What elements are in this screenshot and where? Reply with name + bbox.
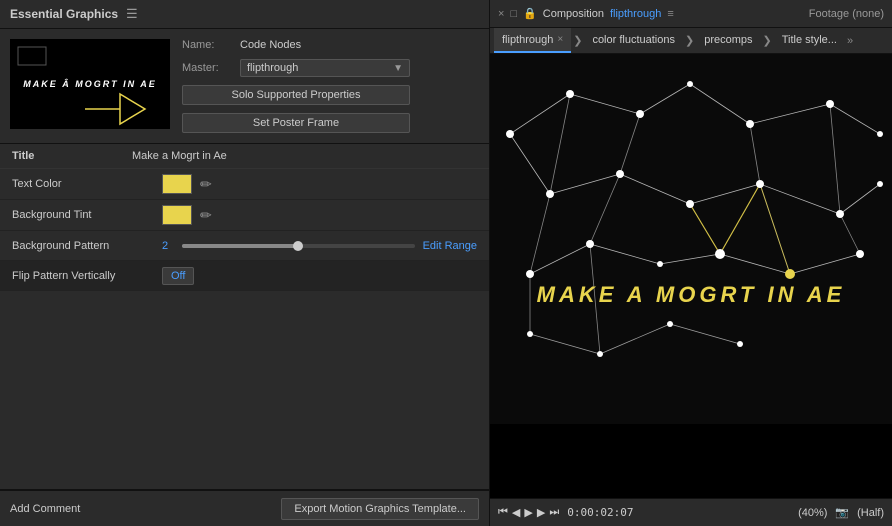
background-pattern-slider[interactable]	[182, 244, 415, 248]
close-icon[interactable]: ×	[498, 8, 504, 20]
flip-pattern-label: Flip Pattern Vertically	[12, 270, 162, 282]
panel-menu-icon[interactable]: ☰	[126, 6, 138, 22]
dropdown-arrow-icon: ▼	[393, 63, 403, 74]
background-pattern-control: 2 Edit Range	[162, 240, 477, 252]
panel-header: Essential Graphics ☰	[0, 0, 489, 29]
solo-supported-btn[interactable]: Solo Supported Properties	[182, 85, 410, 105]
tab-arrow-icon[interactable]: ❯	[573, 34, 582, 47]
step-forward-icon[interactable]: ⏭	[549, 506, 559, 519]
properties-area: Title Make a Mogrt in Ae Text Color ✏ Ba…	[0, 144, 489, 490]
flip-pattern-toggle[interactable]: Off	[162, 267, 194, 285]
tab-arrow-icon-2[interactable]: ❯	[685, 34, 694, 47]
add-comment-button[interactable]: Add Comment	[10, 503, 80, 515]
background-pattern-label: Background Pattern	[12, 240, 162, 252]
tab-precomps-label: precomps	[704, 34, 752, 46]
right-panel-menu-icon[interactable]: ≡	[667, 8, 673, 20]
tab-color-fluctuations-label: color fluctuations	[592, 34, 675, 46]
essential-graphics-panel: Essential Graphics ☰ MAKE Â MOGRT IN AE …	[0, 0, 490, 526]
background-tint-swatch[interactable]	[162, 205, 192, 225]
name-row: Name: Code Nodes	[182, 39, 479, 51]
footage-label: Footage (none)	[809, 8, 884, 20]
thumbnail: MAKE Â MOGRT IN AE	[10, 39, 170, 129]
composition-label: Composition	[543, 8, 604, 20]
solo-btn-row: Solo Supported Properties	[182, 85, 479, 105]
tab-flipthrough-close-icon[interactable]: ×	[557, 34, 563, 45]
snapshot-icon[interactable]: 📷	[835, 506, 849, 519]
thumbnail-main-text: MAKE Â MOGRT IN AE	[23, 79, 157, 89]
bottom-bar: Add Comment Export Motion Graphics Templ…	[0, 490, 489, 526]
tab-title-style[interactable]: Title style...	[774, 28, 845, 53]
thumbnail-info: Name: Code Nodes Master: flipthrough ▼ S…	[182, 39, 479, 133]
name-label: Name:	[182, 39, 232, 51]
text-color-row: Text Color ✏	[0, 169, 489, 200]
tab-flipthrough[interactable]: flipthrough ×	[494, 28, 571, 53]
svg-text:MAKE A MOGRT IN AE: MAKE A MOGRT IN AE	[537, 282, 846, 307]
name-value: Code Nodes	[240, 39, 301, 51]
master-dropdown[interactable]: flipthrough ▼	[240, 59, 410, 77]
flip-pattern-row: Flip Pattern Vertically Off	[0, 261, 489, 291]
background-tint-control: ✏	[162, 205, 477, 225]
master-label: Master:	[182, 62, 232, 74]
frame-back-icon[interactable]: ◀	[512, 506, 520, 519]
export-button[interactable]: Export Motion Graphics Template...	[281, 498, 479, 520]
slider-numeric-value: 2	[162, 240, 174, 252]
minimize-icon[interactable]: □	[510, 8, 517, 20]
zoom-label: (40%)	[798, 507, 827, 519]
thumbnail-text: MAKE Â MOGRT IN AE	[23, 79, 157, 89]
right-panel: × □ 🔒 Composition flipthrough ≡ Footage …	[490, 0, 892, 526]
timecode: 0:00:02:07	[567, 506, 633, 519]
background-tint-eyedropper-icon[interactable]: ✏	[200, 207, 212, 224]
step-back-icon[interactable]: ⏮	[498, 506, 508, 519]
play-icon[interactable]: ▶	[524, 506, 532, 519]
playback-bar: ⏮ ◀ ▶ ▶ ⏭ 0:00:02:07 (40%) 📷 (Half)	[490, 498, 892, 526]
playback-icons: ⏮ ◀ ▶ ▶ ⏭	[498, 506, 559, 519]
background-pattern-row: Background Pattern 2 Edit Range	[0, 231, 489, 261]
network-visualization: MAKE A MOGRT IN AE	[490, 54, 892, 424]
text-color-control: ✏	[162, 174, 477, 194]
section-title: Title	[12, 150, 132, 162]
edit-range-button[interactable]: Edit Range	[423, 240, 477, 252]
composition-preview: MAKE A MOGRT IN AE	[490, 54, 892, 498]
composition-name: flipthrough	[610, 8, 661, 20]
background-tint-label: Background Tint	[12, 209, 162, 221]
text-color-swatch[interactable]	[162, 174, 192, 194]
set-poster-btn[interactable]: Set Poster Frame	[182, 113, 410, 133]
tabs-bar: flipthrough × ❯ color fluctuations ❯ pre…	[490, 28, 892, 54]
tab-title-style-label: Title style...	[782, 34, 837, 46]
text-color-eyedropper-icon[interactable]: ✏	[200, 176, 212, 193]
section-value: Make a Mogrt in Ae	[132, 150, 227, 162]
thumbnail-area: MAKE Â MOGRT IN AE Name: Code Nodes Mast…	[0, 29, 489, 144]
poster-btn-row: Set Poster Frame	[182, 113, 479, 133]
quality-label: (Half)	[857, 507, 884, 519]
flip-pattern-control: Off	[162, 267, 477, 285]
tab-arrow-icon-4[interactable]: »	[847, 35, 853, 47]
master-row: Master: flipthrough ▼	[182, 59, 479, 77]
tab-precomps[interactable]: precomps	[696, 28, 760, 53]
tab-arrow-icon-3[interactable]: ❯	[763, 34, 772, 47]
master-value: flipthrough	[247, 62, 298, 74]
tab-color-fluctuations[interactable]: color fluctuations	[584, 28, 683, 53]
background-tint-row: Background Tint ✏	[0, 200, 489, 231]
right-top-bar: × □ 🔒 Composition flipthrough ≡ Footage …	[490, 0, 892, 28]
frame-forward-icon[interactable]: ▶	[537, 506, 545, 519]
properties-section-header: Title Make a Mogrt in Ae	[0, 144, 489, 169]
lock-icon[interactable]: 🔒	[523, 7, 537, 20]
tab-flipthrough-label: flipthrough	[502, 34, 553, 46]
text-color-label: Text Color	[12, 178, 162, 190]
panel-title: Essential Graphics	[10, 7, 118, 21]
